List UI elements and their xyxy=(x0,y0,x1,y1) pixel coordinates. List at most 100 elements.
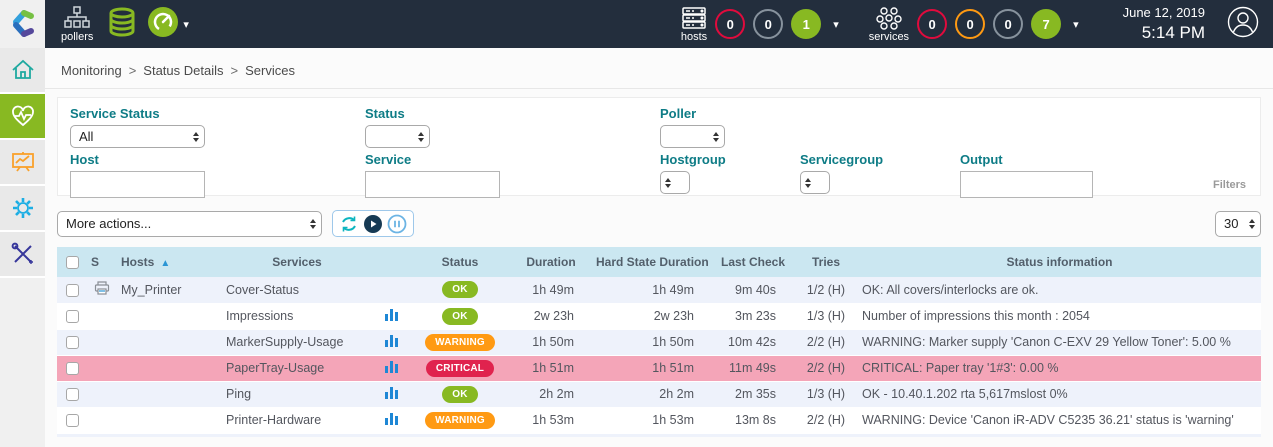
page-size-select[interactable]: 30 xyxy=(1215,211,1261,237)
services-menu[interactable]: services xyxy=(869,6,909,43)
select-stepper-icon xyxy=(713,132,719,142)
services-chevron-down-icon[interactable]: ▾ xyxy=(1073,18,1079,31)
servicegroup-select[interactable] xyxy=(800,171,830,194)
last-check-cell: 10m 42s xyxy=(712,329,794,355)
poller-select[interactable] xyxy=(660,125,725,148)
sidebar xyxy=(0,48,45,447)
column-header-s[interactable]: S xyxy=(87,247,117,277)
more-actions-select[interactable]: More actions... xyxy=(57,211,322,237)
duration-cell: 1h 50m xyxy=(510,329,592,355)
host-status-cell xyxy=(87,277,117,303)
hosts-chevron-down-icon[interactable]: ▾ xyxy=(833,18,839,31)
breadcrumb: Monitoring>Status Details>Services xyxy=(45,48,1273,89)
tries-cell: 1/2 (H) xyxy=(794,277,858,303)
hosts-up-badge[interactable]: 1 xyxy=(791,9,821,39)
column-header-tries[interactable]: Tries xyxy=(794,247,858,277)
service-name[interactable]: Printer-Hardware xyxy=(222,407,372,433)
host-input[interactable] xyxy=(70,171,205,198)
breadcrumb-monitoring[interactable]: Monitoring xyxy=(61,63,122,78)
sidebar-item-administration[interactable] xyxy=(0,232,45,278)
row-checkbox[interactable] xyxy=(66,414,79,427)
services-unknown-badge[interactable]: 0 xyxy=(993,9,1023,39)
column-header-status[interactable]: Status xyxy=(410,247,510,277)
sidebar-item-home[interactable] xyxy=(0,48,45,94)
graph-icon[interactable] xyxy=(385,361,398,373)
row-checkbox[interactable] xyxy=(66,336,79,349)
last-check-cell: 2m 35s xyxy=(712,381,794,407)
hard-state-duration-cell: 1h 51m xyxy=(592,355,712,381)
tries-cell: 1/3 (H) xyxy=(794,303,858,329)
filter-host: Host xyxy=(70,152,365,198)
services-ok-badge[interactable]: 7 xyxy=(1031,9,1061,39)
home-icon xyxy=(10,57,36,83)
database-icon[interactable] xyxy=(107,7,137,42)
row-checkbox[interactable] xyxy=(66,284,79,297)
sidebar-item-monitoring[interactable] xyxy=(0,94,45,140)
tries-cell: 2/2 (H) xyxy=(794,407,858,433)
sidebar-item-configuration[interactable] xyxy=(0,186,45,232)
output-input[interactable] xyxy=(960,171,1093,198)
last-check-cell: 13m 8s xyxy=(712,407,794,433)
row-checkbox[interactable] xyxy=(66,362,79,375)
hostgroup-select[interactable] xyxy=(660,171,690,194)
sidebar-item-reporting[interactable] xyxy=(0,140,45,186)
gear-icon xyxy=(10,195,36,221)
column-header-hosts[interactable]: Hosts▲ xyxy=(117,247,222,277)
graph-icon[interactable] xyxy=(385,413,398,425)
row-checkbox[interactable] xyxy=(66,310,79,323)
hosts-menu[interactable]: hosts xyxy=(681,6,707,43)
service-name[interactable]: PaperTray-Usage xyxy=(222,355,372,381)
column-header-status-information[interactable]: Status information xyxy=(858,247,1261,277)
services-table: S Hosts▲ Services Status Duration Hard S… xyxy=(57,247,1261,434)
status-information-cell: WARNING: Marker supply 'Canon C-EXV 29 Y… xyxy=(858,329,1261,355)
play-icon[interactable] xyxy=(363,214,383,234)
filters-tab[interactable]: Filters xyxy=(1199,175,1260,195)
service-status-select[interactable]: All xyxy=(70,125,205,148)
hosts-icon xyxy=(681,6,707,30)
services-critical-badge[interactable]: 0 xyxy=(917,9,947,39)
status-select[interactable] xyxy=(365,125,430,148)
breadcrumb-services[interactable]: Services xyxy=(245,63,295,78)
select-stepper-icon xyxy=(1249,219,1255,229)
graph-icon[interactable] xyxy=(385,309,398,321)
top-bar: pollers ▾ hosts 0 0 1 ▾ xyxy=(0,0,1273,48)
status-information-cell: WARNING: Device 'Canon iR-ADV C5235 36.2… xyxy=(858,407,1261,433)
select-stepper-icon xyxy=(310,219,316,229)
status-badge: OK xyxy=(442,386,477,403)
select-stepper-icon xyxy=(665,178,671,188)
pollers-menu[interactable]: pollers xyxy=(61,6,93,43)
hard-state-duration-cell: 1h 49m xyxy=(592,277,712,303)
hosts-unreachable-badge[interactable]: 0 xyxy=(753,9,783,39)
status-badge: WARNING xyxy=(425,334,495,351)
poller-chevron-down-icon[interactable]: ▾ xyxy=(183,18,189,31)
graph-icon[interactable] xyxy=(385,387,398,399)
row-checkbox[interactable] xyxy=(66,388,79,401)
service-name[interactable]: MarkerSupply-Usage xyxy=(222,329,372,355)
column-header-hard-state-duration[interactable]: Hard State Duration xyxy=(592,247,712,277)
service-name[interactable]: Impressions xyxy=(222,303,372,329)
column-header-services[interactable]: Services xyxy=(222,247,372,277)
hosts-status-group: hosts 0 0 1 ▾ xyxy=(681,6,843,43)
host-name xyxy=(117,407,222,433)
last-check-cell: 9m 40s xyxy=(712,277,794,303)
hosts-down-badge[interactable]: 0 xyxy=(715,9,745,39)
select-all-checkbox[interactable] xyxy=(66,256,79,269)
duration-cell: 1h 53m xyxy=(510,407,592,433)
host-name[interactable]: My_Printer xyxy=(117,277,222,303)
graph-icon[interactable] xyxy=(385,335,398,347)
filter-servicegroup: Servicegroup xyxy=(800,152,960,198)
status-badge: OK xyxy=(442,281,477,298)
service-name[interactable]: Ping xyxy=(222,381,372,407)
user-menu[interactable] xyxy=(1227,6,1259,43)
centreon-logo[interactable] xyxy=(0,0,45,48)
refresh-icon[interactable] xyxy=(339,214,359,234)
service-name[interactable]: Cover-Status xyxy=(222,277,372,303)
column-header-last-check[interactable]: Last Check xyxy=(712,247,794,277)
services-warning-badge[interactable]: 0 xyxy=(955,9,985,39)
service-input[interactable] xyxy=(365,171,500,198)
breadcrumb-status-details[interactable]: Status Details xyxy=(143,63,223,78)
pause-icon[interactable] xyxy=(387,214,407,234)
column-header-duration[interactable]: Duration xyxy=(510,247,592,277)
gauge-icon[interactable] xyxy=(147,6,179,43)
table-row: MarkerSupply-Usage WARNING 1h 50m 1h 50m… xyxy=(57,329,1261,355)
